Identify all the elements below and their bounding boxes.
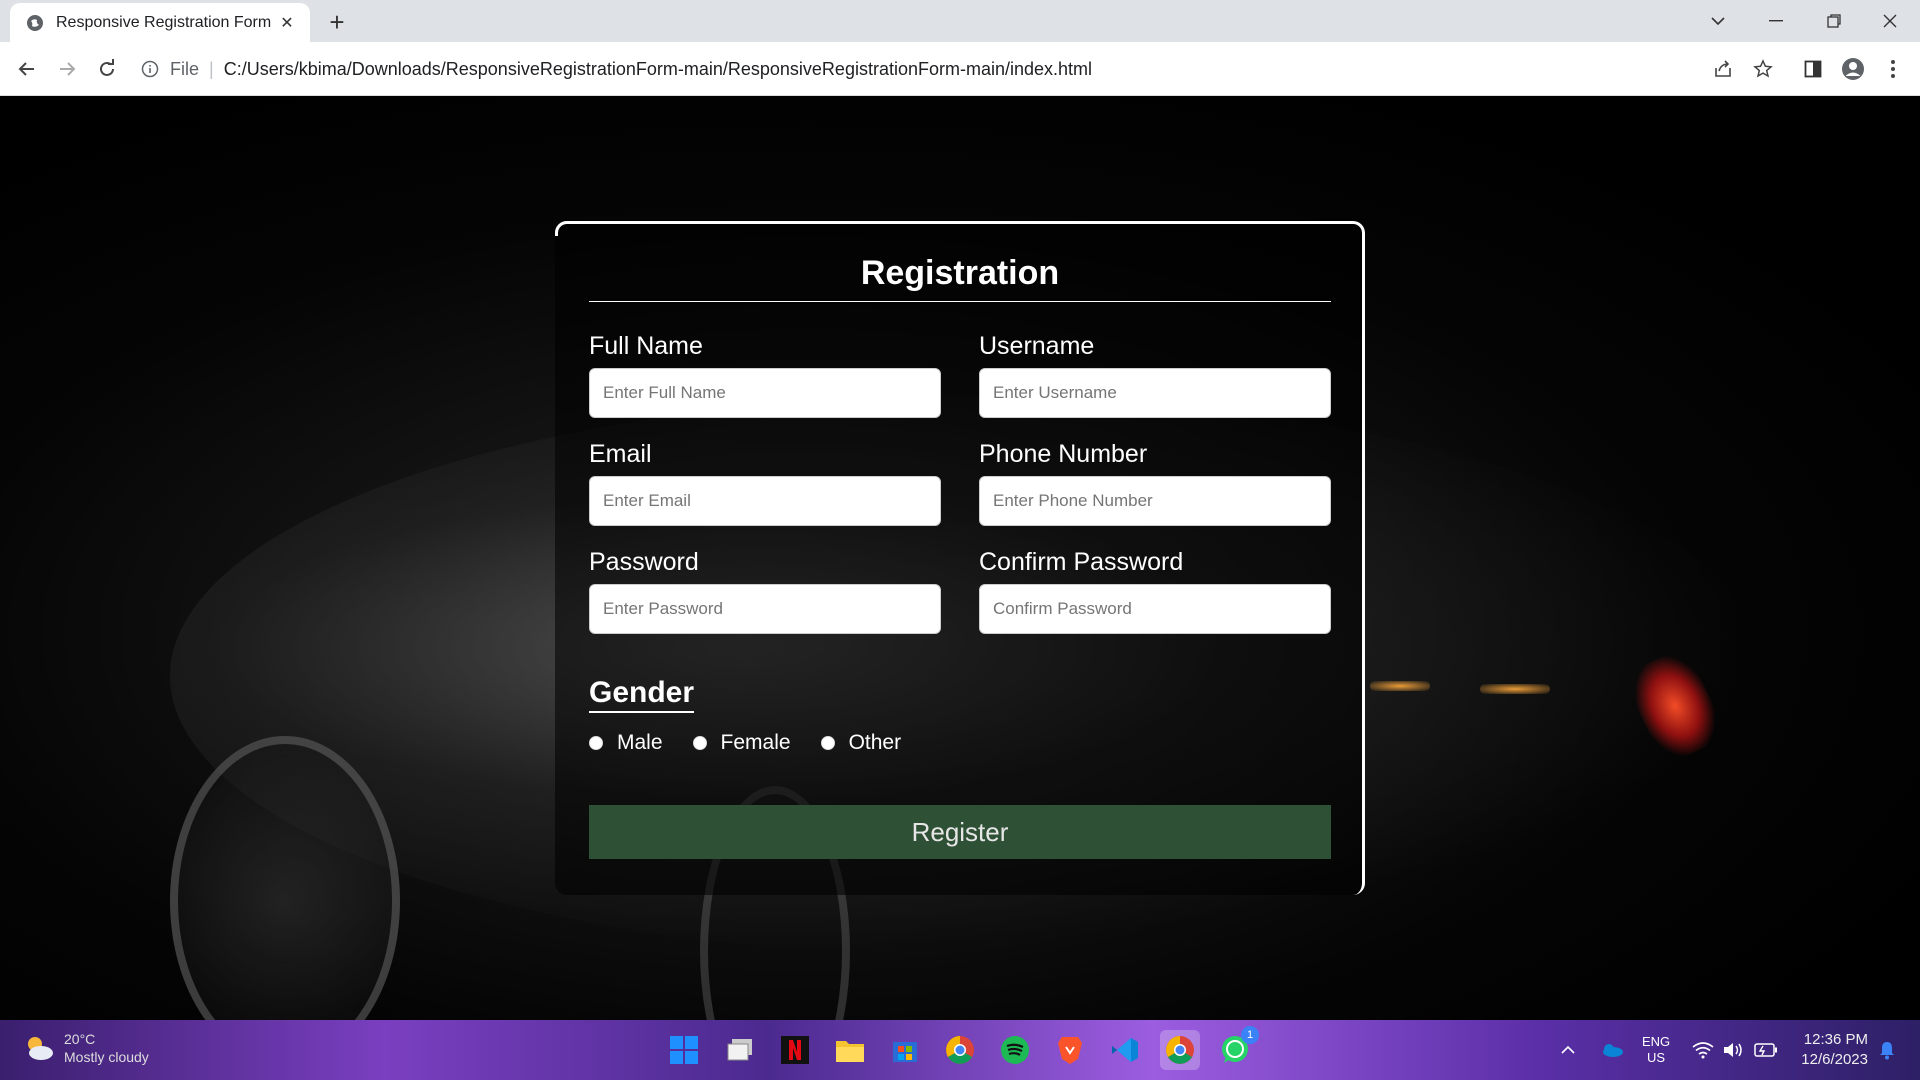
windows-taskbar: 20°C Mostly cloudy 1 ENG US 12:36 PM 12/… — [0, 1020, 1920, 1080]
phone-input[interactable] — [979, 476, 1331, 526]
username-input[interactable] — [979, 368, 1331, 418]
vscode-icon[interactable] — [1105, 1030, 1145, 1070]
gender-option-other[interactable]: Other — [820, 731, 902, 755]
task-view-icon[interactable] — [720, 1030, 760, 1070]
radio-button[interactable] — [589, 736, 603, 750]
clock-time: 12:36 PM — [1803, 1031, 1868, 1048]
close-tab-icon[interactable]: ✕ — [276, 12, 298, 34]
show-hidden-icons[interactable] — [1560, 1020, 1576, 1080]
form-title: Registration — [589, 254, 1331, 302]
forward-icon[interactable] — [52, 54, 82, 84]
tab-strip: Responsive Registration Form ✕ + — [0, 0, 1920, 42]
registration-form: Registration Full Name Username Email Ph… — [555, 221, 1365, 895]
background-light — [1480, 684, 1550, 694]
email-group: Email — [589, 440, 941, 526]
radio-button[interactable] — [692, 736, 707, 750]
language-primary: ENG — [1642, 1034, 1671, 1049]
page-viewport: Registration Full Name Username Email Ph… — [0, 96, 1920, 1020]
browser-toolbar: File | C:/Users/kbima/Downloads/Responsi… — [0, 42, 1920, 96]
close-window-button[interactable] — [1862, 0, 1918, 42]
notification-bell-icon[interactable] — [1878, 1020, 1896, 1080]
menu-kebab-icon[interactable] — [1878, 54, 1908, 84]
clock-date: 12/6/2023 — [1801, 1051, 1868, 1068]
gender-option-male[interactable]: Male — [589, 731, 663, 755]
gender-option-female[interactable]: Female — [692, 731, 791, 755]
confirm-password-group: Confirm Password — [979, 548, 1331, 634]
background-light — [1370, 681, 1430, 691]
phone-label: Phone Number — [979, 440, 1148, 468]
share-icon[interactable] — [1708, 54, 1738, 84]
form-fields: Full Name Username Email Phone Number Pa… — [589, 332, 1331, 656]
register-button[interactable]: Register — [589, 805, 1331, 859]
password-label: Password — [589, 548, 699, 576]
language-indicator[interactable]: ENG US — [1642, 1020, 1670, 1080]
browser-tab[interactable]: Responsive Registration Form ✕ — [10, 3, 310, 42]
username-group: Username — [979, 332, 1331, 418]
address-bar[interactable]: File | C:/Users/kbima/Downloads/Responsi… — [140, 48, 1790, 90]
weather-temperature: 20°C — [64, 1031, 96, 1047]
microsoft-store-icon[interactable] — [885, 1030, 925, 1070]
spotify-icon[interactable] — [995, 1030, 1035, 1070]
reload-icon[interactable] — [92, 54, 122, 84]
password-group: Password — [589, 548, 941, 634]
email-label: Email — [589, 440, 652, 468]
chrome-icon[interactable] — [940, 1030, 980, 1070]
phone-group: Phone Number — [979, 440, 1331, 526]
weather-widget[interactable]: 20°C Mostly cloudy — [22, 1030, 149, 1066]
email-input[interactable] — [589, 476, 941, 526]
battery-icon[interactable] — [1754, 1020, 1778, 1080]
wifi-icon[interactable] — [1692, 1020, 1714, 1080]
globe-icon — [26, 14, 44, 32]
file-explorer-icon[interactable] — [830, 1030, 870, 1070]
radio-label: Female — [720, 731, 791, 754]
chrome-active-icon[interactable] — [1160, 1030, 1200, 1070]
bookmark-star-icon[interactable] — [1748, 54, 1778, 84]
full-name-input[interactable] — [589, 368, 941, 418]
restore-button[interactable] — [1806, 0, 1862, 42]
whatsapp-icon[interactable]: 1 — [1215, 1026, 1259, 1070]
language-secondary: US — [1647, 1050, 1666, 1065]
volume-icon[interactable] — [1722, 1020, 1744, 1080]
url-scheme: File — [170, 58, 200, 79]
start-windows-icon[interactable] — [664, 1030, 704, 1070]
tab-search-icon[interactable] — [1690, 0, 1746, 42]
profile-avatar-icon[interactable] — [1838, 54, 1868, 84]
cloud-sun-icon — [28, 1037, 53, 1060]
confirm-password-label: Confirm Password — [979, 548, 1184, 576]
notification-badge: 1 — [1241, 1026, 1259, 1044]
password-input[interactable] — [589, 584, 941, 634]
side-panel-icon[interactable] — [1798, 54, 1828, 84]
info-icon[interactable] — [140, 59, 160, 79]
url-separator: | — [209, 58, 214, 79]
minimize-button[interactable] — [1748, 0, 1804, 42]
username-label: Username — [979, 332, 1095, 360]
tab-title: Responsive Registration Form — [56, 13, 272, 31]
full-name-label: Full Name — [589, 332, 703, 360]
back-icon[interactable] — [12, 54, 42, 84]
confirm-password-input[interactable] — [979, 584, 1331, 634]
radio-button[interactable] — [820, 736, 835, 750]
gender-options: Male Female Other — [589, 731, 1328, 755]
onedrive-icon[interactable] — [1600, 1020, 1624, 1080]
system-clock[interactable]: 12:36 PM 12/6/2023 — [1796, 1030, 1868, 1070]
brave-icon[interactable] — [1050, 1030, 1090, 1070]
weather-description: Mostly cloudy — [64, 1049, 149, 1065]
radio-label: Other — [848, 731, 902, 754]
new-tab-button[interactable]: + — [322, 7, 352, 37]
netflix-icon[interactable] — [775, 1030, 815, 1070]
gender-title: Gender — [589, 676, 695, 713]
url-text[interactable]: C:/Users/kbima/Downloads/ResponsiveRegis… — [224, 59, 1092, 80]
full-name-group: Full Name — [589, 332, 941, 418]
radio-label: Male — [617, 731, 663, 754]
